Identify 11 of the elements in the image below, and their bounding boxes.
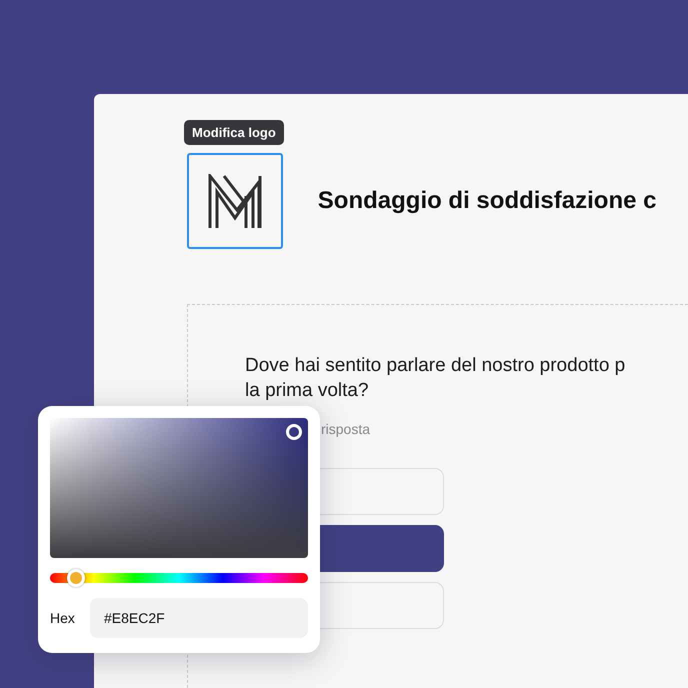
question-text: Dove hai sentito parlare del nostro prodotto p la prima volta?	[245, 354, 626, 403]
logo-icon	[207, 174, 263, 228]
color-handle[interactable]	[286, 424, 302, 440]
logo-box[interactable]	[187, 153, 283, 249]
tooltip: Modifica logo	[184, 120, 284, 145]
hue-thumb[interactable]	[66, 569, 85, 587]
hex-field[interactable]: #E8EC2F	[90, 598, 308, 638]
survey-title: Sondaggio di soddisfazione c	[318, 187, 656, 215]
saturation-area[interactable]	[50, 418, 308, 558]
hint-text: risposta	[321, 421, 372, 437]
hex-label: Hex	[50, 610, 75, 626]
